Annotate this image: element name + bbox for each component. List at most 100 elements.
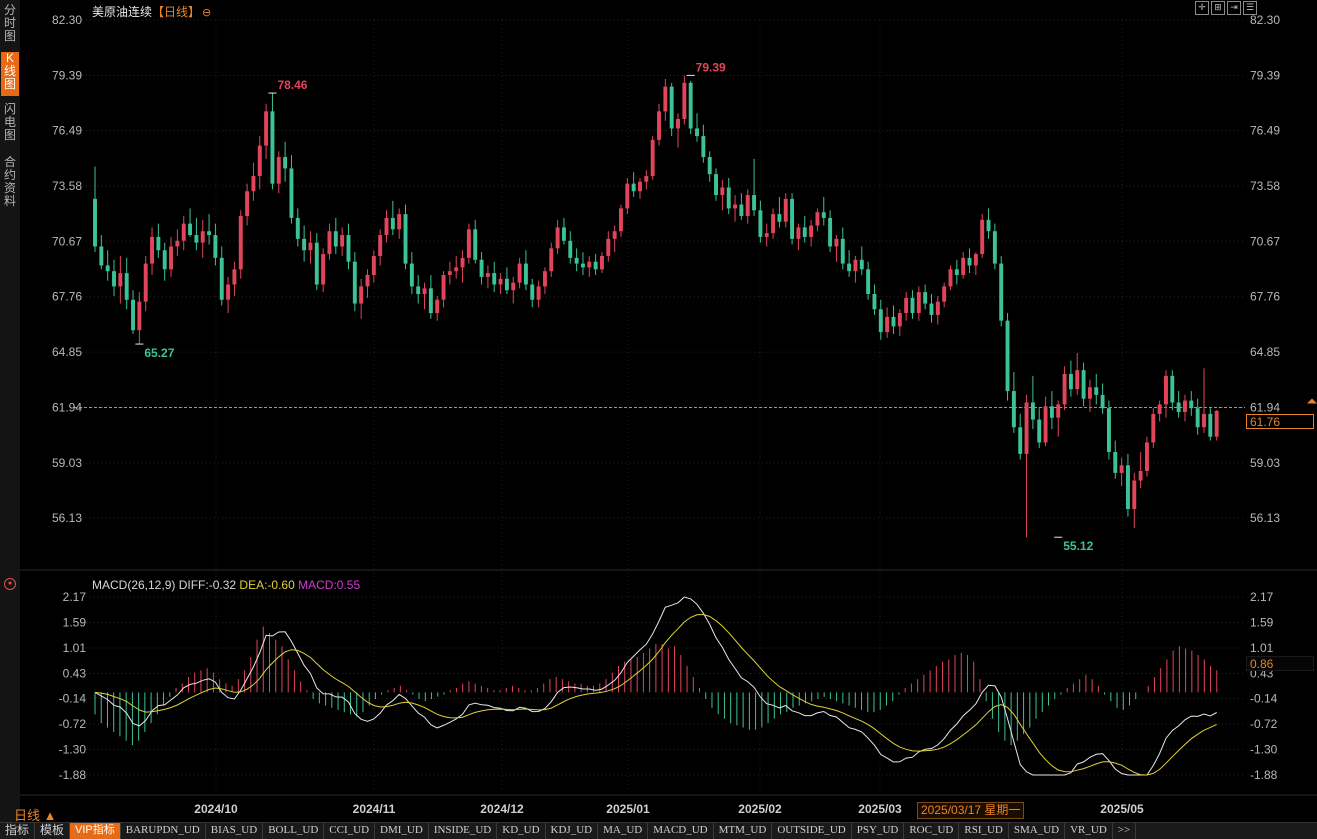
- time-axis-label: 2024/12: [480, 802, 524, 816]
- candle-body: [238, 216, 243, 270]
- candle-body: [232, 269, 237, 285]
- indicator-tab[interactable]: VIP指标: [70, 823, 121, 839]
- candle-body: [1005, 320, 1010, 392]
- candle-body: [695, 128, 699, 137]
- price-tick-right: 67.76: [1250, 290, 1280, 304]
- indicator-tab[interactable]: ROC_UD: [904, 823, 960, 839]
- zoom-in-icon[interactable]: ⇥: [1227, 1, 1241, 15]
- candle-body: [1195, 408, 1200, 428]
- axis-labels: 82.30 82.30 79.39 79.39 76.49 76.49 73.58 73.58…: [52, 13, 1280, 816]
- candle-body: [733, 204, 738, 209]
- macd-diff-value: DIFF:-0.32: [178, 578, 237, 592]
- indicator-tab[interactable]: MTM_UD: [714, 823, 773, 839]
- sidebar-item-flash[interactable]: 闪电图: [1, 103, 19, 145]
- candle-body: [885, 316, 890, 333]
- list-icon[interactable]: ☰: [1243, 1, 1257, 15]
- candle-body: [207, 231, 212, 236]
- candle-body: [688, 82, 693, 129]
- indicator-tab[interactable]: OUTSIDE_UD: [772, 823, 852, 839]
- sidebar-item-kline[interactable]: K线图: [1, 52, 19, 96]
- candle-body: [340, 235, 345, 247]
- indicator-tab[interactable]: PSY_UD: [852, 823, 905, 839]
- indicator-tab[interactable]: KDJ_UD: [546, 823, 599, 839]
- macd-tick-right: -1.88: [1250, 768, 1278, 782]
- sidebar-item-contract-info[interactable]: 合约资料: [1, 156, 19, 212]
- candle-body: [131, 299, 135, 331]
- candle-body: [1094, 387, 1099, 395]
- candle-body: [397, 214, 402, 230]
- indicator-tab[interactable]: BIAS_UD: [206, 823, 264, 839]
- candle-body: [910, 297, 915, 314]
- extreme-price-label: 65.27: [144, 346, 174, 360]
- candle-body: [631, 183, 636, 192]
- price-tick-left: 59.03: [52, 456, 82, 470]
- crosshair-icon[interactable]: ✛: [1195, 1, 1209, 15]
- candle-body: [1202, 413, 1206, 428]
- candle-body: [321, 254, 326, 285]
- indicator-tab[interactable]: MACD_UD: [648, 823, 714, 839]
- candle-body: [942, 286, 947, 302]
- indicator-tab[interactable]: MA_UD: [598, 823, 649, 839]
- indicator-tab[interactable]: VR_UD: [1065, 823, 1113, 839]
- cycle-label: 【日线】: [152, 5, 201, 19]
- candle-body: [929, 303, 934, 315]
- indicator-tab[interactable]: BOLL_UD: [263, 823, 325, 839]
- time-axis-label: 2024/10: [194, 802, 238, 816]
- candle-body: [523, 263, 528, 285]
- indicator-tab[interactable]: SMA_UD: [1009, 823, 1066, 839]
- chart-canvas[interactable]: 82.30 82.30 79.39 79.39 76.49 76.49 73.58 73.58…: [20, 0, 1317, 822]
- candle-body: [156, 236, 161, 251]
- candle-body: [790, 198, 795, 239]
- candle-body: [663, 86, 668, 112]
- candle-body: [853, 259, 858, 272]
- candle-body: [346, 235, 351, 262]
- candle-body: [986, 219, 991, 232]
- price-tick-left: 70.67: [52, 234, 82, 248]
- candle-body: [948, 269, 953, 287]
- candle-body: [612, 231, 617, 239]
- indicator-tab[interactable]: BARUPDN_UD: [121, 823, 206, 839]
- candle-body: [916, 292, 921, 314]
- macd-tick-right: -1.30: [1250, 743, 1278, 757]
- candle-body: [1119, 465, 1124, 473]
- candle-body: [536, 286, 541, 300]
- indicator-tab[interactable]: CCI_UD: [324, 823, 376, 839]
- sidebar-item-timeshare[interactable]: 分时图: [1, 4, 19, 46]
- candle-body: [219, 257, 224, 300]
- candle-body: [904, 297, 909, 314]
- extreme-price-label: 78.46: [277, 78, 307, 92]
- candle-body: [226, 284, 231, 300]
- candle-body: [834, 238, 839, 247]
- chart-area[interactable]: 82.30 82.30 79.39 79.39 76.49 76.49 73.58 73.58…: [20, 0, 1317, 822]
- bar-compare-icon[interactable]: ⊞: [1211, 1, 1225, 15]
- candle-body: [403, 214, 408, 264]
- candle-body: [511, 282, 516, 291]
- candle-body: [530, 284, 535, 300]
- candle-body: [137, 301, 142, 331]
- macd-tick-right: -0.14: [1250, 692, 1278, 706]
- candle-body: [574, 257, 579, 264]
- macd-tick-left: 0.43: [63, 666, 87, 680]
- indicator-tab[interactable]: KD_UD: [497, 823, 546, 839]
- candle-body: [745, 195, 750, 217]
- indicator-tab[interactable]: INSIDE_UD: [429, 823, 498, 839]
- settings-toggle-icon[interactable]: ⊖: [202, 7, 211, 19]
- candle-body: [606, 238, 611, 256]
- indicator-tab[interactable]: DMI_UD: [375, 823, 429, 839]
- candle-body: [1068, 373, 1073, 390]
- macd-dea-value: DEA:-0.60: [239, 578, 295, 592]
- candle-body: [758, 210, 763, 237]
- indicator-tab[interactable]: RSI_UD: [959, 823, 1009, 839]
- candle-body: [251, 176, 256, 192]
- indicator-settings-icon[interactable]: ●: [4, 578, 16, 590]
- indicator-tab[interactable]: 指标: [0, 823, 36, 839]
- indicator-tab[interactable]: >>: [1113, 823, 1137, 839]
- candle-body: [213, 235, 218, 258]
- indicator-tab[interactable]: 模板: [35, 823, 71, 839]
- candle-body: [517, 263, 522, 283]
- candle-body: [973, 254, 978, 266]
- candle-body: [200, 231, 205, 243]
- candle-body: [428, 288, 433, 314]
- candle-body: [112, 271, 116, 287]
- candle-body: [1113, 451, 1118, 473]
